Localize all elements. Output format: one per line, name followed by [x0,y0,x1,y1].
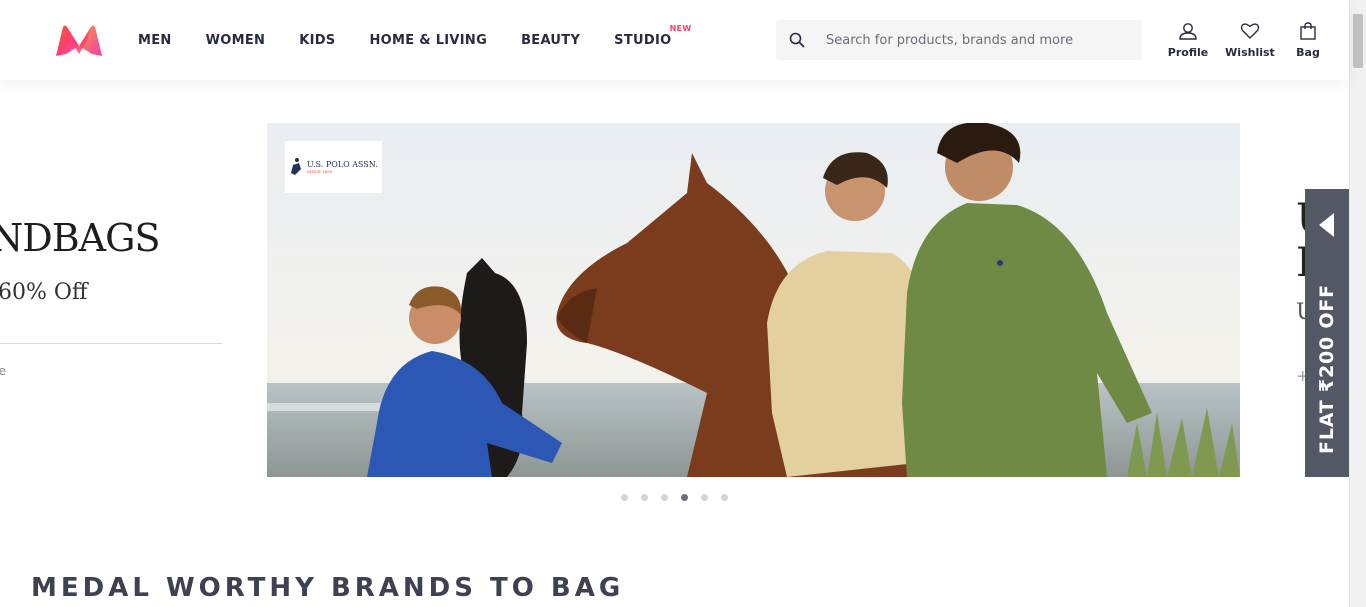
carousel-dot[interactable] [661,494,668,501]
nav-men[interactable]: MEN [138,33,172,48]
nav-women[interactable]: WOMEN [206,33,266,48]
carousel-dot[interactable] [641,494,648,501]
brand-badge: U.S. POLO ASSN. SINCE 1890 [285,141,382,193]
carousel-dot[interactable] [701,494,708,501]
search-input[interactable] [826,32,1126,48]
myntra-logo[interactable] [54,24,104,58]
header-actions: Profile Wishlist Bag [1162,22,1330,59]
chevron-left-icon [1319,213,1334,237]
prev-slide-divider [0,343,222,344]
search-bar[interactable] [776,20,1142,60]
nav-women-label: WOMEN [205,32,266,48]
new-badge: NEW [669,23,692,33]
brand-since: SINCE 1890 [307,169,333,174]
bag-button[interactable]: Bag [1286,22,1330,59]
page: MEN WOMEN KIDS HOME & LIVING BEAUTY STUD… [0,0,1366,607]
nav-men-label: MEN [138,32,172,48]
offer-text: FLAT ₹200 OFF [1316,284,1338,454]
scrollbar-thumb[interactable] [1353,14,1363,68]
section-title: MEDAL WORTHY BRANDS TO BAG [31,573,625,603]
search-icon[interactable] [776,32,818,48]
bag-label: Bag [1296,46,1320,59]
carousel-dot[interactable] [681,494,688,501]
profile-button[interactable]: Profile [1162,22,1214,59]
bag-icon [1298,22,1318,44]
nav-kids[interactable]: KIDS [299,33,335,48]
heart-icon [1240,22,1260,44]
user-icon [1178,22,1198,44]
header: MEN WOMEN KIDS HOME & LIVING BEAUTY STUD… [0,0,1349,80]
profile-label: Profile [1167,46,1209,59]
nav-home-living[interactable]: HOME & LIVING [369,33,487,48]
carousel-dot[interactable] [721,494,728,501]
polo-player-icon [289,157,303,177]
offer-tab[interactable]: FLAT ₹200 OFF [1305,189,1349,477]
wishlist-label: Wishlist [1225,46,1275,59]
carousel-prev-slide[interactable]: NDBAGS 60% Off re [0,196,230,396]
banner-image [267,123,1240,477]
prev-slide-title: NDBAGS [0,216,160,260]
scrollbar[interactable] [1349,0,1366,607]
prev-slide-link[interactable]: re [0,364,6,378]
wishlist-button[interactable]: Wishlist [1224,22,1276,59]
nav-home-living-label: HOME & LIVING [369,32,488,48]
hero-banner[interactable]: U.S. POLO ASSN. SINCE 1890 [267,123,1240,477]
nav-studio[interactable]: STUDIO NEW [614,24,691,48]
nav-beauty[interactable]: BEAUTY [521,33,580,48]
main-nav: MEN WOMEN KIDS HOME & LIVING BEAUTY STUD… [138,0,705,80]
carousel-dots [621,494,741,501]
prev-slide-subtitle: 60% Off [0,280,88,305]
carousel-dot[interactable] [621,494,628,501]
brand-name: U.S. POLO ASSN. [307,160,378,169]
nav-kids-label: KIDS [299,32,336,48]
nav-studio-label: STUDIO [614,32,672,48]
nav-beauty-label: BEAUTY [521,32,581,48]
